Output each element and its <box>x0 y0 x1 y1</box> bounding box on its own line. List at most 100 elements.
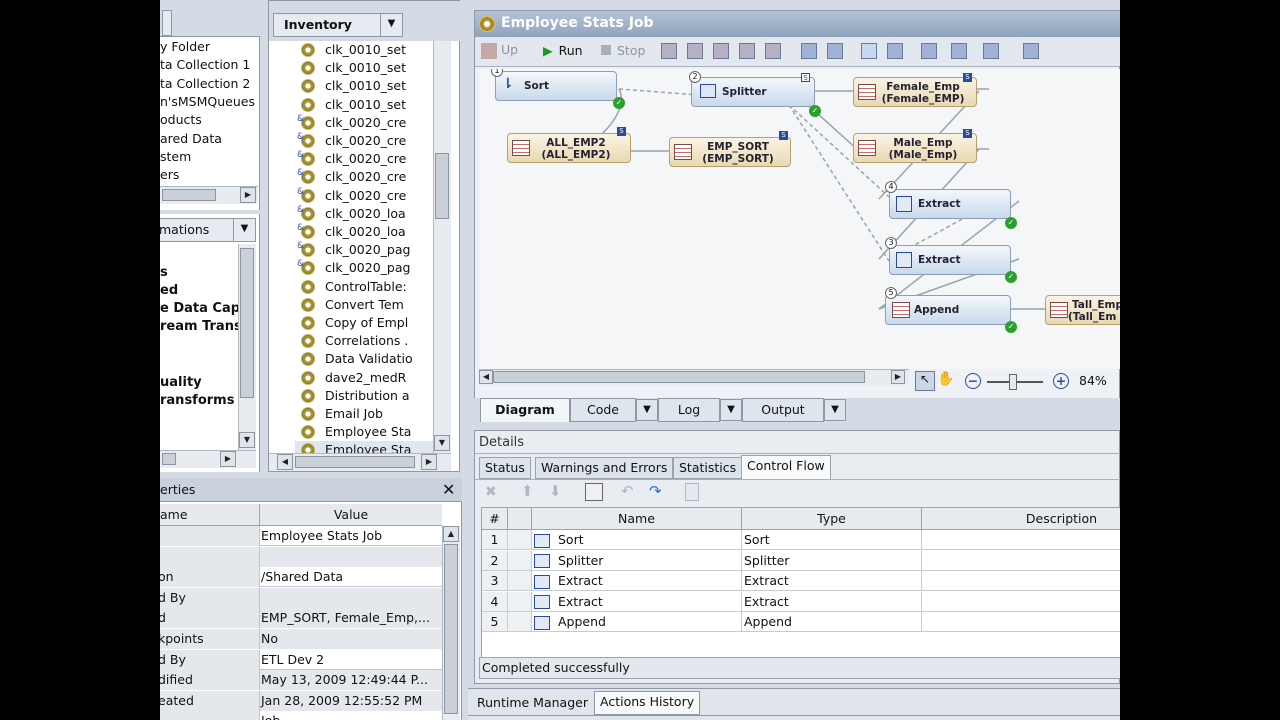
folder-tree-item[interactable]: ta Collection 1 <box>160 56 250 74</box>
clear-icon[interactable]: ✖ <box>485 484 497 500</box>
tab-log[interactable]: Log <box>658 398 720 422</box>
inventory-item[interactable]: & clk_0020_loa <box>295 223 435 241</box>
table-view-icon[interactable] <box>921 43 937 59</box>
chevron-down-icon[interactable]: ▼ <box>720 399 742 421</box>
table-row-spacer[interactable] <box>508 612 532 632</box>
diagram-hscrollbar[interactable]: ◀ ▶ <box>479 369 909 385</box>
tab-output[interactable]: Output <box>742 398 824 422</box>
inventory-item[interactable]: Email Job <box>295 405 435 423</box>
table-row-type[interactable]: Extract <box>742 571 922 591</box>
refresh-flow-icon[interactable] <box>585 483 603 501</box>
folder-tree-item[interactable]: ers <box>160 166 179 184</box>
table-row-name[interactable]: Append <box>532 612 742 632</box>
chevron-down-icon[interactable]: ▼ <box>824 399 846 421</box>
breakpoint-icon[interactable] <box>713 43 729 59</box>
table-row-type[interactable]: Sort <box>742 530 922 550</box>
extract-node-3[interactable]: Extract <box>889 245 1011 275</box>
move-up-icon[interactable]: ⬆ <box>521 482 534 500</box>
step-icon[interactable] <box>661 43 677 59</box>
tab-runtime-manager[interactable]: Runtime Manager <box>472 693 593 715</box>
table-row-name[interactable]: Extract <box>532 591 742 612</box>
transform-item[interactable]: ream Trans <box>160 318 242 336</box>
settings-icon[interactable] <box>827 43 843 59</box>
table-row-type[interactable]: Append <box>742 612 922 632</box>
inventory-item[interactable]: ControlTable: <box>295 278 435 296</box>
folder-tree-item[interactable]: n'sMSMQueues <box>160 93 258 111</box>
flag-icon[interactable] <box>765 43 781 59</box>
table-row-spacer[interactable] <box>508 550 532 571</box>
chevron-down-icon[interactable]: ▼ <box>380 14 402 36</box>
extract-node-4[interactable]: Extract <box>889 189 1011 219</box>
run-button[interactable]: ▶ Run <box>543 43 583 58</box>
female-emp-table-node[interactable]: Female_Emp (Female_EMP) <box>853 77 977 107</box>
step-into-icon[interactable] <box>687 43 703 59</box>
table-row-description[interactable] <box>922 591 1120 612</box>
table-row-number[interactable]: 4 <box>482 591 508 612</box>
inventory-item[interactable]: Employee Sta <box>295 423 435 441</box>
sort-node[interactable]: ⇂ Sort <box>495 71 617 101</box>
col-header-blank[interactable] <box>508 508 532 530</box>
up-button[interactable]: Up <box>481 42 518 59</box>
folder-tree-item[interactable]: stem <box>160 148 191 166</box>
table-row-description[interactable] <box>922 571 1120 591</box>
redo-icon[interactable]: ↷ <box>649 482 662 500</box>
property-row[interactable]: on/Shared Data <box>160 567 442 588</box>
append-node[interactable]: Append <box>885 295 1011 325</box>
table-row-name[interactable]: Extract <box>532 571 742 591</box>
inventory-item[interactable]: clk_0010_set <box>295 77 435 95</box>
run-options-icon[interactable] <box>983 43 999 59</box>
tab-statistics[interactable]: Statistics <box>673 457 743 479</box>
tab-code[interactable]: Code <box>570 398 636 422</box>
table-row-spacer[interactable] <box>508 530 532 550</box>
diagram-canvas[interactable]: ⇂ Sort 1 ✓ ALL_EMP2 (ALL_EMP2) S Splitte… <box>479 69 1120 369</box>
emp-sort-table-node[interactable]: EMP_SORT (EMP_SORT) <box>669 137 791 167</box>
inventory-item[interactable]: Convert Tem <box>295 296 435 314</box>
inventory-item[interactable]: clk_0010_set <box>295 41 435 59</box>
document-icon[interactable] <box>685 483 699 501</box>
chevron-down-icon[interactable]: ▼ <box>233 219 255 241</box>
inventory-item[interactable]: & clk_0020_cre <box>295 114 435 132</box>
inventory-item[interactable]: Data Validatio <box>295 350 435 368</box>
inventory-item[interactable]: clk_0010_set <box>295 59 435 77</box>
folder-tree-item[interactable]: ta Collection 2 <box>160 75 258 93</box>
transform-item[interactable]: uality <box>160 374 202 392</box>
zoom-in-icon[interactable]: + <box>1053 373 1069 389</box>
splitter-node[interactable]: Splitter <box>691 77 815 107</box>
table-row-type[interactable]: Extract <box>742 591 922 612</box>
zoom-slider[interactable] <box>987 374 1043 390</box>
properties-vscrollbar[interactable]: ▲ <box>442 526 460 720</box>
transformations-vscrollbar[interactable]: ▼ <box>238 244 256 450</box>
folder-icon[interactable] <box>887 43 903 59</box>
debug-icon[interactable] <box>801 43 817 59</box>
inventory-item[interactable]: & clk_0020_cre <box>295 132 435 150</box>
close-icon[interactable]: ✕ <box>442 480 455 499</box>
inventory-item[interactable]: & clk_0020_pag <box>295 259 435 277</box>
move-down-icon[interactable]: ⬇ <box>549 482 562 500</box>
property-row[interactable]: eated Jan 28, 2009 12:55:52 PM <box>160 690 442 711</box>
folders-hscrollbar[interactable]: ▶ <box>160 186 258 204</box>
folder-tree-item[interactable]: ared Data <box>160 130 222 148</box>
all-emp2-table-node[interactable]: ALL_EMP2 (ALL_EMP2) <box>507 133 631 163</box>
clear-breakpoint-icon[interactable] <box>739 43 755 59</box>
male-emp-table-node[interactable]: Male_Emp (Male_Emp) <box>853 133 977 163</box>
tab-status[interactable]: Status <box>479 457 531 479</box>
inventory-item[interactable]: & clk_0020_loa <box>295 205 435 223</box>
properties-icon[interactable] <box>1023 43 1039 59</box>
property-row[interactable]: kpoints No <box>160 629 442 649</box>
inventory-tab[interactable]: Inventory ▼ <box>273 13 403 37</box>
properties-value-header[interactable]: Value <box>260 504 442 526</box>
undo-icon[interactable]: ↶ <box>621 482 634 500</box>
table-row-spacer[interactable] <box>508 571 532 591</box>
tab-diagram[interactable]: Diagram <box>480 398 570 422</box>
properties-name-header[interactable]: ame <box>160 504 260 526</box>
tall-emp-table-node[interactable]: Tall_Emp (Tall_Em <box>1045 295 1120 325</box>
inventory-item[interactable]: & clk_0020_pag <box>295 241 435 259</box>
property-row[interactable] <box>160 546 442 567</box>
table-row-number[interactable]: 1 <box>482 530 508 550</box>
inventory-item[interactable]: & clk_0020_cre <box>295 187 435 205</box>
list-view-icon[interactable] <box>951 43 967 59</box>
table-row-description[interactable] <box>922 530 1120 550</box>
scroll-right-icon[interactable]: ▶ <box>240 187 256 203</box>
transform-item[interactable]: ed <box>160 282 178 300</box>
tab-actions-history[interactable]: Actions History <box>594 691 701 715</box>
